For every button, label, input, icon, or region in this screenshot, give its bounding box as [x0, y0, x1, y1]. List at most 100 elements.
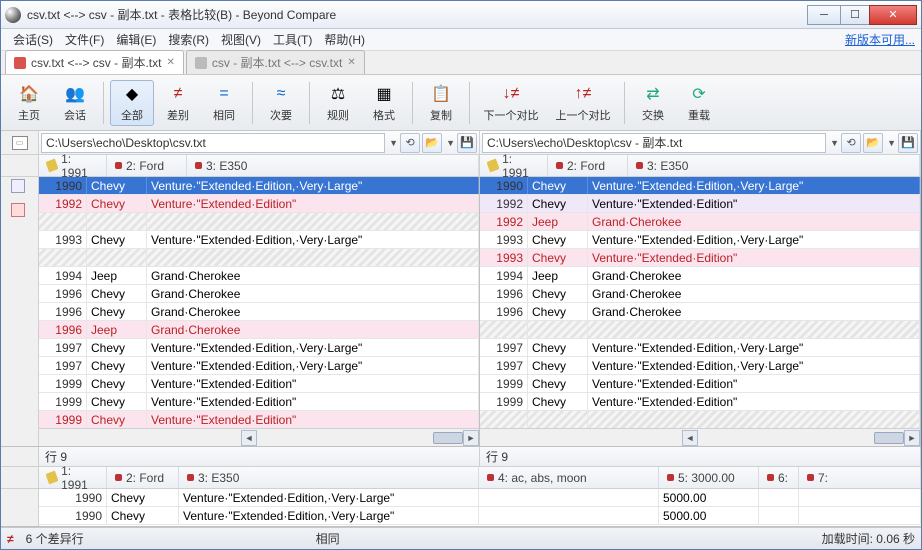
scroll-thumb[interactable]	[433, 432, 463, 444]
left-table[interactable]: 1990ChevyVenture·"Extended·Edition,·Very…	[39, 177, 479, 428]
format-button[interactable]: ▦格式	[362, 80, 406, 126]
col-header[interactable]: 1: 1991	[39, 467, 107, 488]
thumbnail-icon[interactable]: ▭	[12, 136, 28, 150]
col-header[interactable]: 1: 1991	[39, 155, 107, 176]
menu-session[interactable]: 会话(S)	[7, 29, 59, 50]
menu-edit[interactable]: 编辑(E)	[110, 29, 162, 50]
table-row[interactable]: 1999ChevyVenture·"Extended·Edition"	[480, 375, 920, 393]
table-row[interactable]: 1994JeepGrand·Cherokee	[39, 267, 479, 285]
same-button[interactable]: =相同	[202, 80, 246, 126]
open-button[interactable]: 📂	[422, 133, 442, 153]
dropdown-icon[interactable]: ▼	[446, 138, 455, 148]
table-row[interactable]: 1994JeepGrand·Cherokee	[480, 267, 920, 285]
table-row[interactable]: 1990ChevyVenture·"Extended·Edition,·Very…	[39, 177, 479, 195]
scroll-right-icon[interactable]: ►	[463, 430, 479, 446]
menu-tools[interactable]: 工具(T)	[267, 29, 318, 50]
menu-search[interactable]: 搜索(R)	[162, 29, 215, 50]
left-hscroll[interactable]: ◄►	[39, 428, 479, 446]
dropdown-icon[interactable]: ▼	[389, 138, 398, 148]
overview-gutter[interactable]	[1, 177, 39, 446]
close-button[interactable]: ✕	[869, 5, 917, 25]
scroll-left-icon[interactable]: ◄	[682, 430, 698, 446]
tab-inactive[interactable]: csv - 副本.txt <--> csv.txt ✕	[186, 50, 365, 74]
table-row[interactable]	[39, 213, 479, 231]
table-row[interactable]: 1997ChevyVenture·"Extended·Edition,·Very…	[480, 357, 920, 375]
table-row[interactable]: 1992ChevyVenture·"Extended·Edition"	[39, 195, 479, 213]
new-version-link[interactable]: 新版本可用...	[845, 31, 915, 48]
menu-file[interactable]: 文件(F)	[59, 29, 110, 50]
table-row[interactable]: 1990ChevyVenture·"Extended·Edition,·Very…	[480, 177, 920, 195]
scroll-right-icon[interactable]: ►	[904, 430, 920, 446]
minimize-button[interactable]: ─	[807, 5, 841, 25]
col-header[interactable]: 6:	[759, 467, 799, 488]
table-row[interactable]	[480, 321, 920, 339]
dropdown-icon[interactable]: ▼	[887, 138, 896, 148]
table-row[interactable]: 1997ChevyVenture·"Extended·Edition,·Very…	[480, 339, 920, 357]
table-row[interactable]: 1992JeepGrand·Cherokee	[480, 213, 920, 231]
copy-button[interactable]: 📋复制	[419, 80, 463, 126]
save-button[interactable]: 💾	[457, 133, 477, 153]
detail-table[interactable]: 1990ChevyVenture·"Extended·Edition,·Very…	[39, 489, 921, 526]
overview-marker[interactable]	[11, 179, 25, 193]
tab-close-icon[interactable]: ✕	[166, 57, 174, 68]
prev-diff-button[interactable]: ↑≠上一个对比	[548, 80, 618, 126]
cell-make: Jeep	[528, 267, 588, 284]
table-row[interactable]: 1999ChevyVenture·"Extended·Edition"	[480, 393, 920, 411]
table-row[interactable]	[39, 249, 479, 267]
right-path-input[interactable]	[482, 133, 826, 153]
menu-help[interactable]: 帮助(H)	[318, 29, 371, 50]
table-row[interactable]: 1992ChevyVenture·"Extended·Edition"	[480, 195, 920, 213]
scroll-thumb[interactable]	[874, 432, 904, 444]
overview-diff-marker[interactable]	[11, 203, 25, 217]
tab-active[interactable]: csv.txt <--> csv - 副本.txt ✕	[5, 50, 184, 74]
table-row[interactable]: 1996ChevyGrand·Cherokee	[480, 285, 920, 303]
table-row[interactable]: 1999ChevyVenture·"Extended·Edition"	[39, 375, 479, 393]
detail-row[interactable]: 1990ChevyVenture·"Extended·Edition,·Very…	[39, 489, 921, 507]
col-header[interactable]: 3: E350	[179, 467, 479, 488]
left-path-input[interactable]	[41, 133, 385, 153]
menu-view[interactable]: 视图(V)	[215, 29, 267, 50]
table-row[interactable]: 1996ChevyGrand·Cherokee	[39, 303, 479, 321]
table-row[interactable]: 1996JeepGrand·Cherokee	[39, 321, 479, 339]
right-table[interactable]: 1990ChevyVenture·"Extended·Edition,·Very…	[480, 177, 920, 428]
table-row[interactable]: 1997ChevyVenture·"Extended·Edition,·Very…	[39, 357, 479, 375]
scroll-left-icon[interactable]: ◄	[241, 430, 257, 446]
maximize-button[interactable]: ☐	[840, 5, 870, 25]
reload-button[interactable]: ⟳重载	[677, 80, 721, 126]
col-header[interactable]: 2: Ford	[107, 467, 179, 488]
table-row[interactable]: 1996ChevyGrand·Cherokee	[480, 303, 920, 321]
table-row[interactable]: 1993ChevyVenture·"Extended·Edition,·Very…	[480, 231, 920, 249]
col-header[interactable]: 3: E350	[187, 155, 479, 176]
tab-close-icon[interactable]: ✕	[347, 57, 355, 68]
table-row[interactable]: 1993ChevyVenture·"Extended·Edition,·Very…	[39, 231, 479, 249]
rules-button[interactable]: ⚖规则	[316, 80, 360, 126]
open-button[interactable]: 📂	[863, 133, 883, 153]
dropdown-icon[interactable]: ▼	[830, 138, 839, 148]
table-row[interactable]: 1996ChevyGrand·Cherokee	[39, 285, 479, 303]
col-header[interactable]: 2: Ford	[548, 155, 628, 176]
col-header[interactable]: 1: 1991	[480, 155, 548, 176]
detail-row[interactable]: 1990ChevyVenture·"Extended·Edition,·Very…	[39, 507, 921, 525]
col-header[interactable]: 5: 3000.00	[659, 467, 759, 488]
diff-button[interactable]: ≠差别	[156, 80, 200, 126]
save-button[interactable]: 💾	[898, 133, 918, 153]
refresh-button[interactable]: ⟲	[400, 133, 420, 153]
swap-button[interactable]: ⇄交换	[631, 80, 675, 126]
col-header[interactable]: 4: ac, abs, moon	[479, 467, 659, 488]
table-row[interactable]	[480, 411, 920, 428]
refresh-button[interactable]: ⟲	[841, 133, 861, 153]
minor-button[interactable]: ≈次要	[259, 80, 303, 126]
col-header[interactable]: 3: E350	[628, 155, 920, 176]
col-header[interactable]: 7:	[799, 467, 921, 488]
home-button[interactable]: 🏠主页	[7, 80, 51, 126]
session-button[interactable]: 👥会话	[53, 80, 97, 126]
all-button[interactable]: ◆全部	[110, 80, 154, 126]
table-row[interactable]: 1997ChevyVenture·"Extended·Edition,·Very…	[39, 339, 479, 357]
table-row[interactable]: 1999ChevyVenture·"Extended·Edition"	[39, 393, 479, 411]
col-header[interactable]: 2: Ford	[107, 155, 187, 176]
table-row[interactable]: 1999ChevyVenture·"Extended·Edition"	[39, 411, 479, 428]
right-hscroll[interactable]: ◄►	[480, 428, 920, 446]
diff-dot-icon	[115, 162, 122, 169]
next-diff-button[interactable]: ↓≠下一个对比	[476, 80, 546, 126]
table-row[interactable]: 1993ChevyVenture·"Extended·Edition"	[480, 249, 920, 267]
